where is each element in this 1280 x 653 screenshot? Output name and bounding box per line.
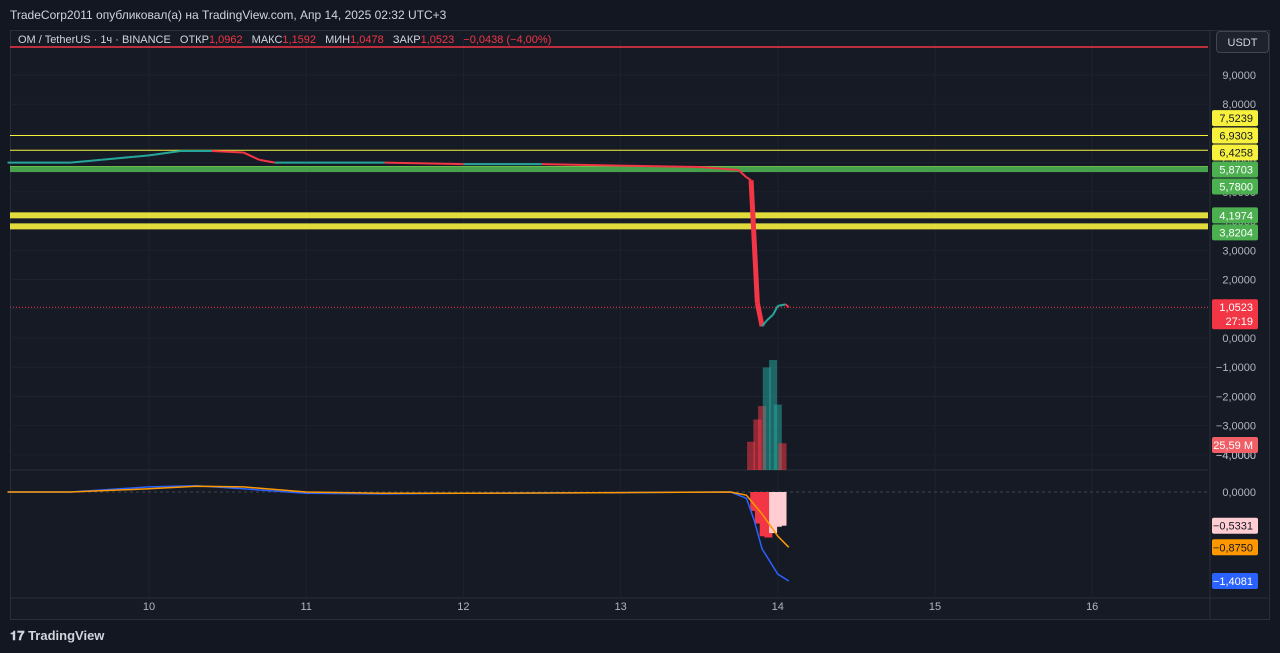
last-price-tag: 1,0523 — [1219, 302, 1253, 314]
high-label: МАКС — [251, 34, 283, 46]
price-segment — [766, 313, 774, 322]
close-label: ЗАКР — [392, 34, 421, 46]
price-tag: 6,9303 — [1219, 130, 1253, 142]
volume-tag: 25,59 M — [1213, 440, 1253, 452]
y-tick-label: −1,0000 — [1216, 362, 1256, 374]
x-tick-label: 12 — [457, 601, 469, 613]
price-segment — [754, 302, 765, 327]
grid — [10, 30, 1268, 620]
macd-pane — [7, 484, 1208, 582]
low-value: 1,0478 — [350, 34, 384, 46]
osc-zero-tick: 0,0000 — [1222, 487, 1256, 499]
price-segment — [148, 149, 181, 157]
x-tick-label: 10 — [143, 601, 155, 613]
change-value: −0,0438 (−4,00%) — [463, 34, 552, 46]
x-tick-label: 15 — [929, 601, 941, 613]
open-value: 1,0962 — [208, 34, 243, 46]
tradingview-logo: 𝟏𝟕 TradingView — [10, 628, 104, 644]
price-tags: 7,5239 6,9303 6,4258 5,8703 5,7800 4,1974 3,82… — [1212, 110, 1258, 589]
y-tick-label: 9,0000 — [1222, 70, 1256, 82]
level-band — [10, 212, 1208, 219]
x-tick-label: 13 — [614, 601, 626, 613]
price-segment — [541, 163, 621, 167]
signal-line — [7, 485, 790, 548]
volume-bars — [747, 360, 787, 470]
symbol-name[interactable]: OM / TetherUS · 1ч · BINANCE — [18, 34, 171, 46]
brand-name: TradingView — [28, 628, 105, 643]
x-tick-label: 14 — [772, 601, 784, 613]
price-tag: 7,5239 — [1219, 113, 1253, 125]
y-tick-label: 0,0000 — [1222, 333, 1256, 345]
macd-line — [7, 484, 790, 582]
price-segment — [133, 154, 150, 158]
osc-value-tag: −1,4081 — [1213, 576, 1253, 588]
price-segment — [242, 151, 260, 161]
time-axis: 10 11 12 13 14 15 16 — [143, 601, 1098, 613]
y-tick-label: 8,0000 — [1222, 99, 1256, 111]
symbol-legend: OM / TetherUS · 1ч · BINANCE ОТКР1,0962 … — [18, 34, 551, 46]
level-band — [10, 223, 1208, 230]
y-tick-label: 3,0000 — [1222, 245, 1256, 257]
price-tag: 5,7800 — [1219, 181, 1253, 193]
y-tick-label: −2,0000 — [1216, 391, 1256, 403]
chart-svg[interactable]: 9,00008,00007,00006,00005,00004,00003,00… — [0, 0, 1280, 653]
open-label: ОТКР — [179, 34, 209, 46]
price-series — [7, 149, 790, 327]
osc-value-tag: −0,5331 — [1213, 521, 1253, 533]
histogram-bar — [778, 492, 787, 526]
osc-value-tag: −0,8750 — [1213, 542, 1253, 554]
price-segment — [211, 149, 244, 154]
x-tick-label: 11 — [300, 601, 311, 613]
price-segment — [101, 155, 134, 161]
currency-button[interactable]: USDT — [1216, 31, 1269, 53]
price-tag: 4,1974 — [1219, 210, 1253, 222]
price-segment — [784, 303, 790, 309]
price-tag: 3,8204 — [1219, 227, 1253, 239]
price-tag: 5,8703 — [1219, 164, 1253, 176]
price-segment — [748, 180, 760, 304]
low-label: МИН — [325, 34, 351, 46]
close-value: 1,0523 — [420, 34, 455, 46]
x-tick-label: 16 — [1086, 601, 1098, 613]
y-tick-label: −3,0000 — [1216, 421, 1256, 433]
footer: 𝟏𝟕 TradingView — [0, 620, 1280, 653]
high-value: 1,1592 — [282, 34, 317, 46]
price-segment — [777, 303, 786, 307]
countdown-tag: 27:19 — [1225, 316, 1253, 328]
price-segment — [745, 176, 752, 182]
volume-bar — [778, 443, 787, 470]
y-tick-label: 2,0000 — [1222, 275, 1256, 287]
level-band — [10, 166, 1208, 173]
logo-icon: 𝟏𝟕 — [10, 628, 29, 643]
price-tag: 6,4258 — [1219, 147, 1253, 159]
